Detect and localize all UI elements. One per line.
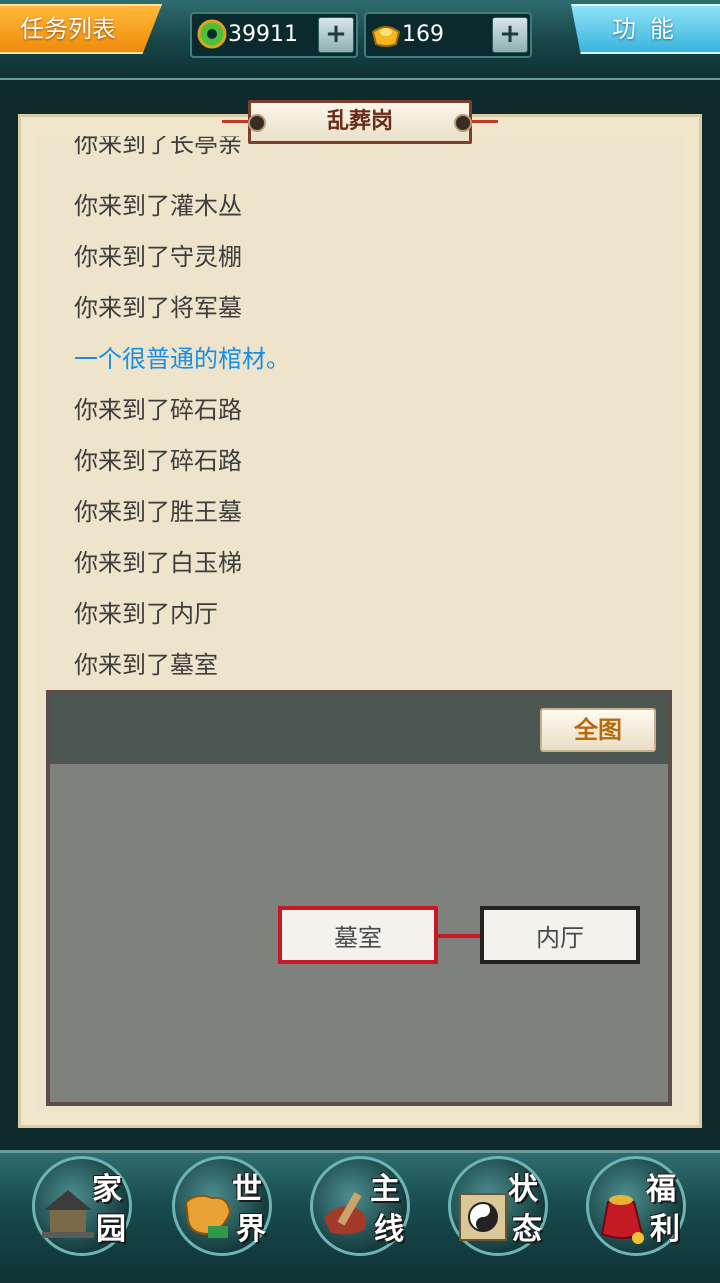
full-map-button[interactable]: 全图 (540, 708, 656, 752)
rope-right (472, 120, 498, 123)
room-current[interactable]: 墓室 (278, 906, 438, 964)
nav-status-char1: 状 (508, 1172, 538, 1207)
log-line: 你来到了碎石路 (74, 396, 242, 424)
home-icon (42, 1190, 94, 1238)
gold-ingot-icon (371, 26, 401, 47)
task-list-button[interactable]: 任务列表 (0, 4, 162, 54)
world-map-icon (184, 1194, 232, 1238)
red-bag-icon (600, 1195, 644, 1244)
nav-mainline[interactable]: 主 线 (310, 1156, 414, 1260)
nav-world-char2: 界 (236, 1212, 266, 1247)
nav-status-char2: 态 (512, 1212, 542, 1247)
nav-welfare-char1: 福 (646, 1172, 676, 1207)
log-line: 你来到了灌木丛 (74, 192, 242, 220)
rope-left (222, 120, 248, 123)
add-jade-button[interactable]: + (318, 17, 354, 53)
jade-coin-icon (197, 19, 227, 49)
map-header: 全图 (50, 694, 668, 764)
log-line-highlight: 一个很普通的棺材。 (74, 345, 290, 373)
nav-home-char2: 园 (96, 1212, 126, 1247)
nav-world-char1: 世 (232, 1172, 262, 1207)
scroll-knob-left (248, 114, 266, 132)
jade-currency: 39911 + (190, 12, 358, 58)
log-line: 你来到了守灵棚 (74, 243, 242, 271)
nav-mainline-char2: 线 (374, 1212, 404, 1247)
nav-welfare[interactable]: 福 利 (586, 1156, 690, 1260)
add-gold-button[interactable]: + (492, 17, 528, 53)
nav-world[interactable]: 世 界 (172, 1156, 276, 1260)
scroll-knob-right (454, 114, 472, 132)
function-button[interactable]: 功能 (570, 4, 720, 54)
gold-amount: 169 (402, 22, 444, 47)
log-line: 你来到了胜王墓 (74, 498, 242, 526)
log-line: 你来到了内厅 (74, 600, 218, 628)
top-bar: 任务列表 39911 + 169 + 功能 (0, 0, 720, 81)
log-line: 你来到了墓室 (74, 651, 218, 676)
bagua-icon (459, 1193, 507, 1241)
nav-mainline-char1: 主 (370, 1172, 400, 1207)
log-line: 你来到了碎石路 (74, 447, 242, 475)
room-adjacent[interactable]: 内厅 (480, 906, 640, 964)
gold-currency: 169 + (364, 12, 532, 58)
nav-status[interactable]: 状 态 (448, 1156, 552, 1260)
jade-amount: 39911 (228, 22, 298, 47)
message-log[interactable]: 你来到了长亭亲 你来到了灌木丛 你来到了守灵棚 你来到了将军墓 一个很普通的棺材… (34, 136, 674, 676)
log-line: 你来到了长亭亲 (74, 136, 242, 158)
nav-welfare-char2: 利 (650, 1212, 680, 1247)
nav-home[interactable]: 家 园 (32, 1156, 136, 1260)
nav-home-char1: 家 (92, 1172, 122, 1207)
room-connector (438, 934, 480, 938)
log-line: 你来到了白玉梯 (74, 549, 242, 577)
log-line: 你来到了将军墓 (74, 294, 242, 322)
scroll-quest-icon (324, 1192, 366, 1235)
mini-map: 全图 墓室 内厅 (46, 690, 672, 1106)
